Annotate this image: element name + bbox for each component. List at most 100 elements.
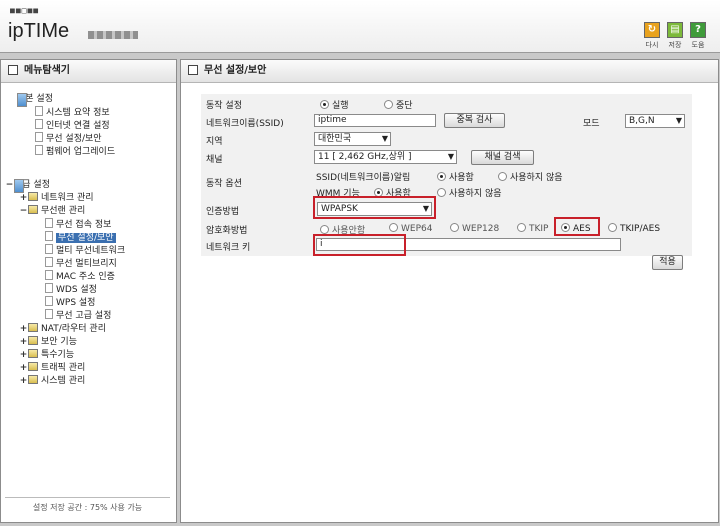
channel-search-button[interactable]: 채널 검색 (471, 150, 534, 165)
enc-wep128-radio[interactable]: WEP128 (450, 223, 499, 234)
tree-item-wireless-info[interactable]: 무선 접속 정보 (45, 218, 111, 231)
auth-label: 인증방법 (206, 207, 240, 217)
tree-item-wireless-advanced[interactable]: 무선 고급 설정 (45, 309, 111, 322)
chevron-down-icon: ▼ (381, 134, 388, 143)
ssid-broadcast-off-radio[interactable]: 사용하지 않음 (498, 170, 563, 183)
tree-item-wds[interactable]: WDS 설정 (45, 283, 97, 296)
page-icon (45, 257, 53, 267)
expand-toggle[interactable]: + (19, 323, 28, 335)
reload-button[interactable]: ↻ 다시 (643, 22, 661, 50)
tree-item-multi-ssid[interactable]: 멀티 무선네트워크 (45, 244, 125, 257)
chevron-down-icon: ▼ (675, 116, 682, 125)
page-header: 무선 설정/보안 (181, 60, 718, 83)
expand-toggle[interactable]: + (19, 362, 28, 374)
tree-item-label: 인터넷 연결 설정 (46, 121, 110, 131)
dup-check-button[interactable]: 중복 검사 (444, 113, 505, 128)
settings-form: 동작 설정 실행 중단 네트워크이름(SSID) iptime 중복 검사 모드… (201, 94, 692, 256)
network-key-label: 네트워크 키 (206, 243, 251, 253)
model-name-blurred (88, 31, 138, 39)
menu-explorer-panel: 메뉴탐색기 기본 설정 시스템 요약 정보 인터넷 연결 설정 무선 설정/보안… (0, 59, 177, 523)
enc-tkip-aes-radio[interactable]: TKIP/AES (608, 223, 660, 234)
refresh-icon: ↻ (644, 22, 660, 38)
ssid-label: 네트워크이름(SSID) (206, 119, 284, 129)
highlight-key (313, 234, 406, 256)
tree-security[interactable]: + 보안 기능 (19, 336, 77, 348)
tree-item-wireless-security-selected[interactable]: 무선 설정/보안 (45, 231, 116, 244)
ssid-broadcast-on-radio[interactable]: 사용함 (437, 170, 474, 183)
tree-item-multi-bridge[interactable]: 무선 멀티브리지 (45, 257, 117, 270)
wmm-off-radio[interactable]: 사용하지 않음 (437, 186, 502, 199)
collapse-toggle[interactable]: − (19, 205, 28, 217)
radio-label: 사용하지 않음 (449, 189, 502, 199)
help-button[interactable]: ? 도움 (689, 22, 707, 50)
tree-group-basic[interactable]: 기본 설정 (17, 93, 53, 107)
radio-icon (389, 223, 398, 232)
tree-item-label: 무선 설정/보안 (46, 134, 102, 144)
radio-icon (437, 172, 446, 181)
radio-icon (498, 172, 507, 181)
reload-label: 다시 (645, 41, 659, 49)
tree-node-label: 트래픽 관리 (41, 363, 86, 373)
channel-label: 채널 (206, 155, 223, 165)
tree-item-wireless-basic[interactable]: 무선 설정/보안 (35, 132, 102, 145)
operation-run-radio[interactable]: 실행 (320, 98, 349, 111)
radio-label: WEP64 (401, 224, 433, 234)
tree-network-management[interactable]: + 네트워크 관리 (19, 192, 94, 204)
save-button[interactable]: ▤ 저장 (666, 22, 684, 50)
tree-item-system-summary[interactable]: 시스템 요약 정보 (35, 106, 110, 119)
tree-item-label: 무선 멀티브리지 (56, 259, 117, 269)
expand-toggle[interactable]: + (19, 192, 28, 204)
radio-icon (320, 225, 329, 234)
radio-icon (450, 223, 459, 232)
expand-toggle[interactable]: + (19, 349, 28, 361)
enc-tkip-radio[interactable]: TKIP (517, 223, 548, 234)
radio-label: 실행 (332, 101, 349, 111)
tree-node-label: 무선랜 관리 (41, 206, 86, 216)
channel-select[interactable]: 11 [ 2,462 GHz,상위 ] ▼ (314, 150, 457, 164)
radio-label: 사용하지 않음 (510, 173, 563, 183)
region-label: 지역 (206, 137, 223, 147)
expand-toggle[interactable]: + (19, 375, 28, 387)
menu-explorer-header: 메뉴탐색기 (1, 60, 176, 83)
save-icon: ▤ (667, 22, 683, 38)
settings-icon (188, 65, 198, 75)
collapse-toggle[interactable]: − (5, 179, 14, 191)
region-select[interactable]: 대한민국 ▼ (314, 132, 391, 146)
radio-label: WEP128 (462, 224, 500, 234)
highlight-auth (313, 196, 436, 219)
tree-item-internet-setup[interactable]: 인터넷 연결 설정 (35, 119, 110, 132)
tree-special[interactable]: + 특수기능 (19, 349, 74, 361)
tree-item-label: 무선 설정/보안 (56, 233, 116, 243)
folder-icon (28, 323, 38, 332)
tree-item-label: WPS 설정 (56, 298, 96, 308)
tree-item-wps[interactable]: WPS 설정 (45, 296, 95, 309)
tree-system[interactable]: + 시스템 관리 (19, 375, 85, 387)
radio-icon (384, 100, 393, 109)
page-icon (45, 296, 53, 306)
mode-value: B,G,N (629, 116, 655, 126)
storage-status: 설정 저장 공간 : 75% 사용 가능 (32, 503, 143, 512)
tree-item-firmware[interactable]: 펌웨어 업그레이드 (35, 145, 115, 158)
ssid-input[interactable]: iptime (314, 114, 436, 127)
tree-node-label: 네트워크 관리 (41, 193, 94, 203)
tree-wireless-management[interactable]: − 무선랜 관리 (19, 205, 85, 217)
folder-icon (28, 205, 38, 214)
enc-wep64-radio[interactable]: WEP64 (389, 223, 432, 234)
apply-button[interactable]: 적용 (652, 255, 683, 270)
tree-node-label: 시스템 관리 (41, 376, 86, 386)
expand-toggle[interactable]: + (19, 336, 28, 348)
radio-icon (608, 223, 617, 232)
footer-divider (5, 497, 170, 498)
tree-item-mac-auth[interactable]: MAC 주소 인증 (45, 270, 115, 283)
page-icon (45, 270, 53, 280)
radio-label: 사용함 (449, 173, 474, 183)
mode-select[interactable]: B,G,N ▼ (625, 114, 685, 128)
tree-traffic[interactable]: + 트래픽 관리 (19, 362, 85, 374)
page-icon (35, 132, 43, 142)
operation-stop-radio[interactable]: 중단 (384, 98, 413, 111)
tree-group-advanced[interactable]: − 고급 설정 (5, 179, 50, 193)
tree-nat-router[interactable]: + NAT/라우터 관리 (19, 323, 106, 335)
tree-item-label: 시스템 요약 정보 (46, 108, 110, 118)
region-value: 대한민국 (318, 134, 352, 144)
menu-explorer-title: 메뉴탐색기 (24, 65, 70, 76)
